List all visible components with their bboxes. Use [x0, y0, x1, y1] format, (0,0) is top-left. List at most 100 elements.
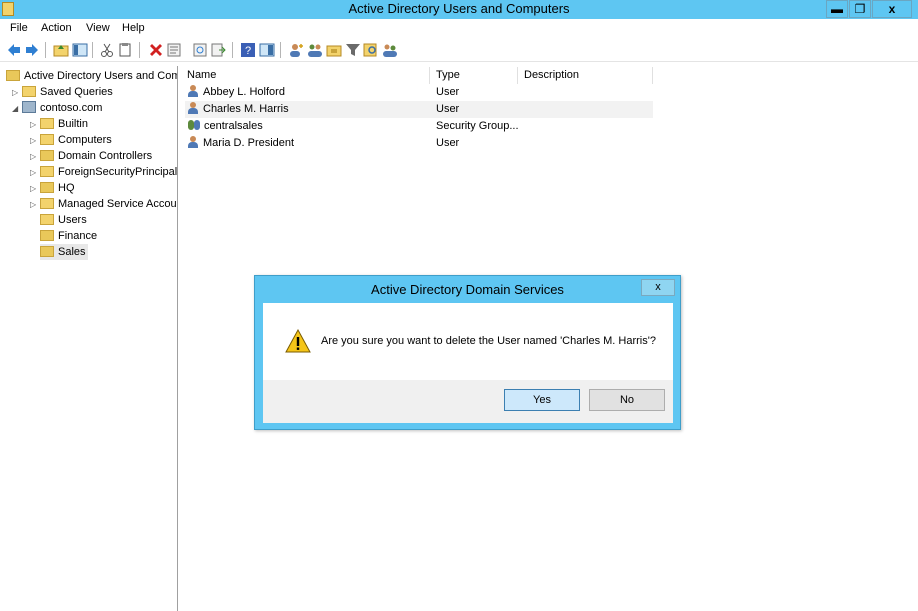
show-hide-tree-icon[interactable]	[72, 42, 88, 58]
filter-icon[interactable]	[345, 42, 361, 58]
expand-arrow-icon[interactable]: ▷	[30, 149, 40, 165]
menu-action[interactable]: Action	[41, 22, 72, 34]
restore-button[interactable]: ❐	[849, 0, 871, 18]
window-title: Active Directory Users and Computers	[348, 1, 570, 16]
toolbar-separator	[280, 42, 281, 58]
tree-item-label: ForeignSecurityPrincipals	[58, 166, 178, 178]
tree-item-label: Saved Queries	[40, 86, 113, 98]
refresh-icon[interactable]	[192, 42, 208, 58]
toolbar-separator	[45, 42, 46, 58]
expand-arrow-icon[interactable]: ▷	[30, 181, 40, 197]
table-row[interactable]: Maria D. President User	[185, 135, 653, 152]
tree-item-builtin[interactable]: ▷ Builtin	[30, 116, 88, 132]
toolbar: ?	[0, 38, 918, 62]
tree-item-label: Builtin	[58, 118, 88, 130]
dialog-body: Are you sure you want to delete the User…	[263, 303, 673, 423]
close-button[interactable]: x	[872, 0, 912, 18]
folder-icon	[40, 134, 54, 145]
row-type: Security Group...	[436, 120, 519, 132]
ou-icon	[40, 246, 54, 257]
dialog-close-button[interactable]: x	[641, 279, 675, 296]
toolbar-separator	[139, 42, 140, 58]
collapse-arrow-icon[interactable]: ◢	[12, 101, 22, 117]
copy-icon[interactable]	[117, 42, 133, 58]
tree-item-hq[interactable]: ▷ HQ	[30, 180, 75, 196]
dialog-message: Are you sure you want to delete the User…	[321, 335, 656, 347]
expand-arrow-icon[interactable]: ▷	[30, 197, 40, 213]
window-titlebar[interactable]: Active Directory Users and Computers ▬ ❐…	[0, 0, 918, 19]
create-group-icon[interactable]	[307, 42, 323, 58]
tree-item-saved-queries[interactable]: ▷ Saved Queries	[12, 84, 113, 100]
folder-icon	[40, 214, 54, 225]
back-arrow-icon[interactable]	[6, 42, 22, 58]
cut-icon[interactable]	[99, 42, 115, 58]
delete-icon[interactable]	[148, 42, 164, 58]
tree-item-label: Sales	[58, 246, 86, 258]
tree-item-label: Domain Controllers	[58, 150, 153, 162]
row-name: Abbey L. Holford	[203, 86, 285, 98]
console-tree: Active Directory Users and Com ▷ Saved Qu…	[0, 66, 178, 611]
tree-root[interactable]: Active Directory Users and Com	[6, 68, 178, 84]
table-row[interactable]: centralsales Security Group...	[185, 118, 653, 135]
tree-item-label: Users	[58, 214, 87, 226]
column-header-description[interactable]: Description	[518, 67, 653, 84]
tree-item-label: Computers	[58, 134, 112, 146]
find-icon[interactable]	[363, 42, 379, 58]
tree-item-domain[interactable]: ◢ contoso.com	[12, 100, 102, 116]
create-user-icon[interactable]	[288, 42, 304, 58]
tree-item-label: HQ	[58, 182, 75, 194]
up-folder-icon[interactable]	[53, 42, 69, 58]
export-list-icon[interactable]	[210, 42, 226, 58]
tree-item-foreign-security-principals[interactable]: ▷ ForeignSecurityPrincipals	[30, 164, 178, 181]
folder-icon	[40, 166, 54, 177]
folder-icon	[40, 198, 54, 209]
tree-item-finance[interactable]: Finance	[40, 228, 97, 244]
tree-item-sales[interactable]: Sales	[40, 244, 88, 260]
tree-item-computers[interactable]: ▷ Computers	[30, 132, 112, 148]
user-icon	[187, 85, 199, 97]
toolbar-separator	[232, 42, 233, 58]
column-header-name[interactable]: Name	[181, 67, 430, 84]
ou-icon	[40, 230, 54, 241]
row-type: User	[436, 137, 460, 149]
user-icon	[187, 102, 199, 114]
expand-arrow-icon[interactable]: ▷	[30, 133, 40, 149]
row-type: User	[436, 103, 460, 115]
console-tree-icon[interactable]	[259, 42, 275, 58]
help-icon[interactable]: ?	[240, 42, 256, 58]
toolbar-separator	[92, 42, 93, 58]
table-row[interactable]: Abbey L. Holford User	[185, 84, 653, 101]
minimize-button[interactable]: ▬	[826, 0, 848, 18]
expand-arrow-icon[interactable]: ▷	[30, 117, 40, 133]
create-ou-icon[interactable]	[326, 42, 342, 58]
expand-arrow-icon[interactable]: ▷	[30, 165, 40, 181]
expand-arrow-icon[interactable]: ▷	[12, 85, 22, 101]
tree-item-label: Finance	[58, 230, 98, 242]
tree-root-label: Active Directory Users and Com	[24, 70, 178, 82]
add-to-group-icon[interactable]	[382, 42, 398, 58]
folder-icon	[22, 86, 36, 97]
menu-help[interactable]: Help	[122, 22, 145, 34]
group-icon	[187, 119, 201, 131]
delete-confirmation-dialog: Active Directory Domain Services x Are y…	[254, 275, 681, 430]
tree-item-managed-service-accounts[interactable]: ▷ Managed Service Accour	[30, 196, 177, 213]
row-name: Maria D. President	[203, 137, 295, 149]
ou-icon	[40, 150, 54, 161]
properties-icon[interactable]	[166, 42, 182, 58]
tree-item-users[interactable]: Users	[40, 212, 87, 228]
folder-icon	[40, 118, 54, 129]
console-root-icon	[6, 70, 20, 81]
column-header-type[interactable]: Type	[430, 67, 518, 84]
row-name: Charles M. Harris	[203, 103, 289, 115]
menu-view[interactable]: View	[86, 22, 110, 34]
ou-icon	[40, 182, 54, 193]
forward-arrow-icon[interactable]	[24, 42, 40, 58]
yes-button[interactable]: Yes	[504, 389, 580, 411]
table-row[interactable]: Charles M. Harris User	[185, 101, 653, 118]
no-button[interactable]: No	[589, 389, 665, 411]
user-icon	[187, 136, 199, 148]
menu-file[interactable]: File	[10, 22, 28, 34]
domain-icon	[22, 101, 36, 113]
tree-item-domain-controllers[interactable]: ▷ Domain Controllers	[30, 148, 152, 164]
svg-text:?: ?	[245, 45, 251, 57]
